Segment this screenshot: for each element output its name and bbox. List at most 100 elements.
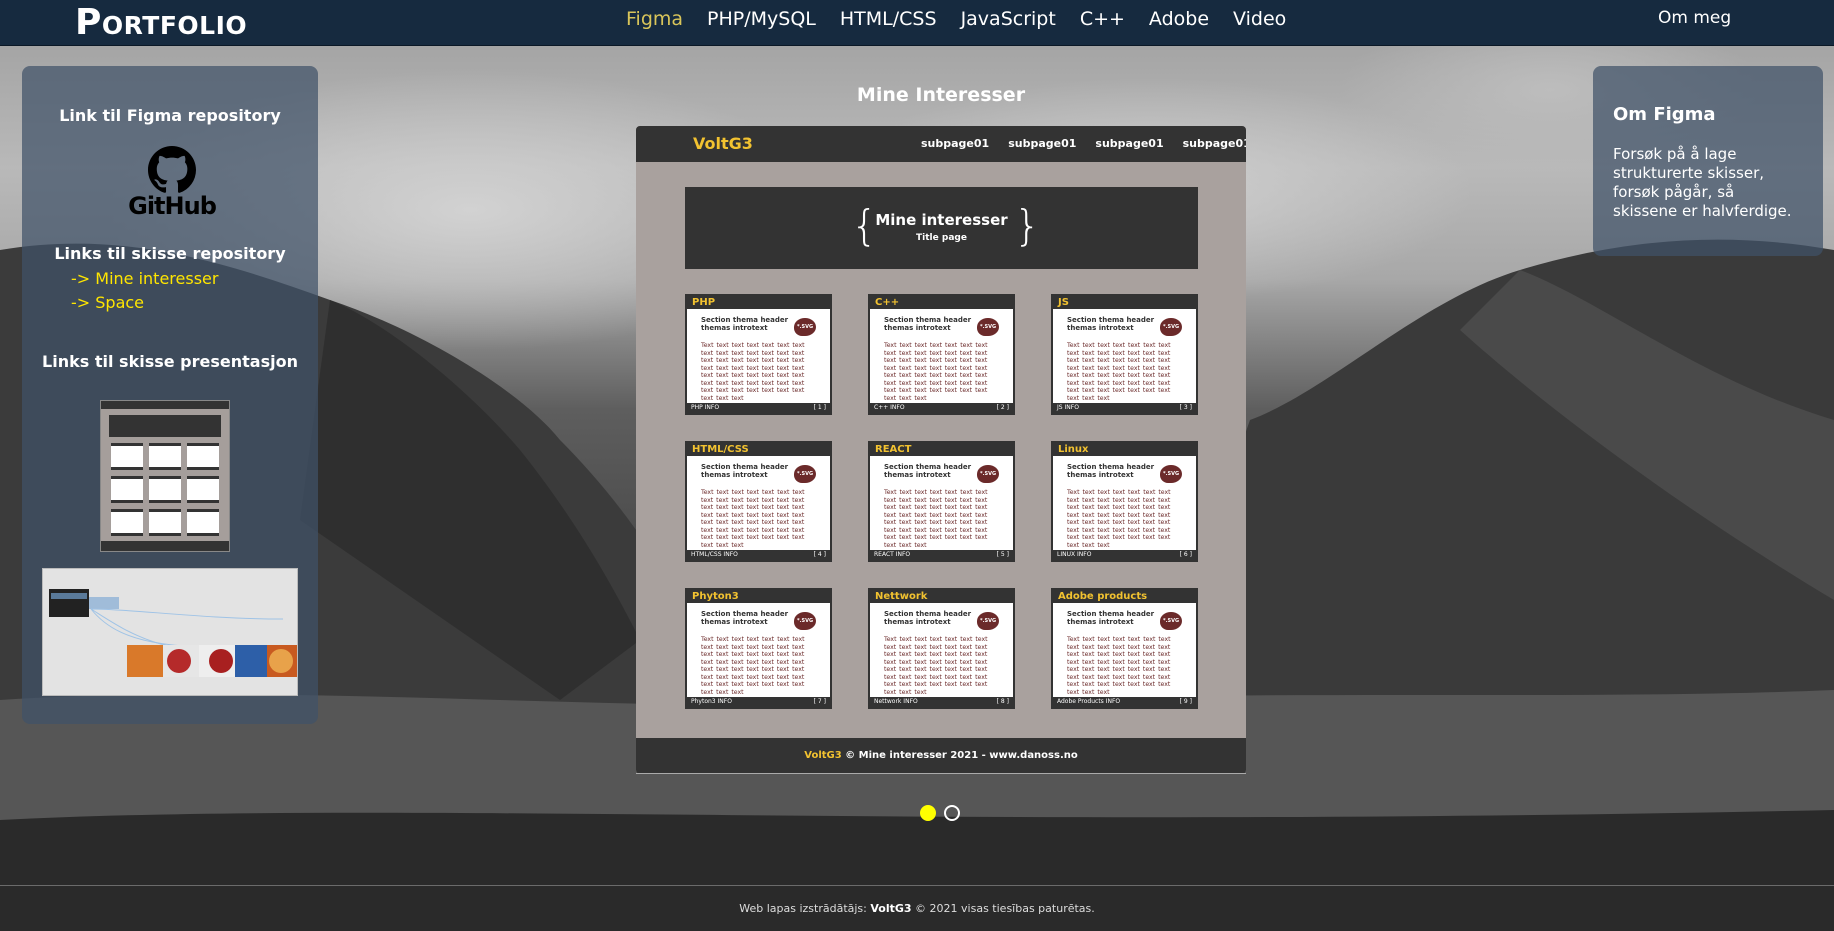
card-footer: HTML/CSS INFO[ 4 ] bbox=[687, 550, 830, 560]
carousel-dot-1[interactable] bbox=[920, 805, 936, 821]
svg-badge-icon: *.SVG bbox=[977, 612, 999, 630]
divider bbox=[636, 773, 1246, 774]
card-body-text: Text text text text text text text text … bbox=[884, 342, 988, 402]
card-header: Section thema header themas introtext bbox=[701, 316, 789, 332]
svg-badge-icon: *.SVG bbox=[794, 612, 816, 630]
footer-suffix: © 2021 visas tiesības paturētas. bbox=[911, 902, 1095, 915]
card-title: REACT bbox=[870, 443, 1013, 456]
mock-footer: VoltG3 © Mine interesser 2021 - www.dano… bbox=[636, 738, 1246, 774]
card-header: Section thema header themas introtext bbox=[701, 610, 789, 626]
mock-card[interactable]: HTML/CSS Section thema header themas intro… bbox=[685, 441, 832, 562]
svg-badge-icon: *.SVG bbox=[794, 318, 816, 336]
card-footer: Adobe Products INFO[ 9 ] bbox=[1053, 697, 1196, 707]
card-body-text: Text text text text text text text text … bbox=[884, 489, 988, 549]
card-header: Section thema header themas introtext bbox=[1067, 463, 1155, 479]
svg-badge-icon: *.SVG bbox=[1160, 318, 1182, 336]
card-body-text: Text text text text text text text text … bbox=[1067, 489, 1171, 549]
card-footer: JS INFO[ 3 ] bbox=[1053, 403, 1196, 413]
carousel-dot-2[interactable] bbox=[944, 805, 960, 821]
site-footer: Web lapas izstrādātājs: VoltG3 © 2021 vi… bbox=[0, 902, 1834, 915]
mock-card[interactable]: C++ Section thema header themas introtext *… bbox=[868, 294, 1015, 415]
card-body-text: Text text text text text text text text … bbox=[701, 489, 805, 549]
card-header: Section thema header themas introtext bbox=[884, 316, 972, 332]
mock-hero: { } Mine interesser Title page bbox=[685, 187, 1198, 269]
figma-sketch-preview: VoltG3 subpage01 subpage01 subpage01 sub… bbox=[636, 126, 1246, 774]
mock-logo: VoltG3 bbox=[693, 134, 753, 153]
mock-subpage-link[interactable]: subpage01 bbox=[1008, 137, 1076, 150]
link-mine-interesser[interactable]: -> Mine interesser bbox=[71, 269, 218, 288]
footer-prefix: Web lapas izstrādātājs: bbox=[739, 902, 871, 915]
left-sidebar: Link til Figma repository GitHub Links t… bbox=[22, 66, 318, 724]
card-title: PHP bbox=[687, 296, 830, 309]
presentation-title: Links til skisse presentasjon bbox=[42, 352, 298, 371]
card-header: Section thema header themas introtext bbox=[884, 610, 972, 626]
footer-divider bbox=[0, 885, 1834, 886]
nav-link-html-css[interactable]: HTML/CSS bbox=[840, 8, 937, 30]
brand-logo[interactable]: Portfolio bbox=[75, 2, 247, 43]
github-icon bbox=[148, 146, 196, 193]
nav-link-video[interactable]: Video bbox=[1233, 8, 1286, 30]
card-title: HTML/CSS bbox=[687, 443, 830, 456]
card-header: Section thema header themas introtext bbox=[1067, 610, 1155, 626]
card-footer: Nettwork INFO[ 8 ] bbox=[870, 697, 1013, 707]
mock-footer-brand: VoltG3 bbox=[804, 750, 842, 761]
presentation-thumbnail-interests[interactable] bbox=[100, 400, 230, 552]
link-space[interactable]: -> Space bbox=[71, 293, 144, 312]
figma-repo-title: Link til Figma repository bbox=[59, 106, 281, 125]
svg-badge-icon: *.SVG bbox=[977, 318, 999, 336]
card-header: Section thema header themas introtext bbox=[701, 463, 789, 479]
card-footer: REACT INFO[ 5 ] bbox=[870, 550, 1013, 560]
card-footer: LINUX INFO[ 6 ] bbox=[1053, 550, 1196, 560]
nav-link-php-mysql[interactable]: PHP/MySQL bbox=[707, 8, 816, 30]
carousel-dots bbox=[920, 805, 960, 821]
presentation-thumbnail-space[interactable] bbox=[42, 568, 298, 696]
nav-link-adobe[interactable]: Adobe bbox=[1149, 8, 1209, 30]
card-header: Section thema header themas introtext bbox=[884, 463, 972, 479]
card-body-text: Text text text text text text text text … bbox=[1067, 636, 1171, 696]
mock-card[interactable]: JS Section thema header themas introtext *.… bbox=[1051, 294, 1198, 415]
mock-hero-subtitle: Title page bbox=[916, 233, 967, 243]
card-title: C++ bbox=[870, 296, 1013, 309]
top-navbar: Portfolio Figma PHP/MySQL HTML/CSS JavaS… bbox=[0, 0, 1834, 46]
mock-hero-title: Mine interesser bbox=[875, 211, 1008, 229]
mock-subpage-link[interactable]: subpage01 bbox=[921, 137, 989, 150]
page-title: Mine Interesser bbox=[856, 84, 1026, 106]
mock-subpage-link[interactable]: subpage01 bbox=[1183, 137, 1246, 150]
card-footer: Phyton3 INFO[ 7 ] bbox=[687, 697, 830, 707]
sketch-repo-title: Links til skisse repository bbox=[54, 244, 286, 263]
mock-footer-text: © Mine interesser 2021 - www.danoss.no bbox=[841, 750, 1078, 761]
right-sidebar: Om Figma Forsøk på å lage strukturerte s… bbox=[1593, 66, 1823, 256]
mock-card[interactable]: PHP Section thema header themas introtext *… bbox=[685, 294, 832, 415]
nav-link-javascript[interactable]: JavaScript bbox=[961, 8, 1056, 30]
card-body-text: Text text text text text text text text … bbox=[701, 636, 805, 696]
nav-link-about-me[interactable]: Om meg bbox=[1658, 8, 1731, 28]
nav-link-cpp[interactable]: C++ bbox=[1080, 8, 1125, 30]
card-title: Adobe products bbox=[1053, 590, 1196, 603]
nav-link-figma[interactable]: Figma bbox=[626, 8, 683, 30]
mock-card[interactable]: Adobe products Section thema header themas… bbox=[1051, 588, 1198, 709]
card-title: Nettwork bbox=[870, 590, 1013, 603]
mock-subpage-link[interactable]: subpage01 bbox=[1095, 137, 1163, 150]
card-body-text: Text text text text text text text text … bbox=[884, 636, 988, 696]
github-wordmark: GitHub bbox=[128, 192, 217, 220]
svg-badge-icon: *.SVG bbox=[1160, 612, 1182, 630]
mock-card[interactable]: Phyton3 Section thema header themas introt… bbox=[685, 588, 832, 709]
mock-card[interactable]: Nettwork Section thema header themas intro… bbox=[868, 588, 1015, 709]
card-body-text: Text text text text text text text text … bbox=[1067, 342, 1171, 402]
card-title: Phyton3 bbox=[687, 590, 830, 603]
github-link[interactable]: GitHub bbox=[127, 146, 217, 226]
card-body-text: Text text text text text text text text … bbox=[701, 342, 805, 402]
svg-badge-icon: *.SVG bbox=[977, 465, 999, 483]
about-figma-text: Forsøk på å lage strukturerte skisser, f… bbox=[1613, 145, 1792, 220]
mock-card[interactable]: Linux Section thema header themas introtex… bbox=[1051, 441, 1198, 562]
mock-card[interactable]: REACT Section thema header themas introtex… bbox=[868, 441, 1015, 562]
card-title: Linux bbox=[1053, 443, 1196, 456]
card-footer: C++ INFO[ 2 ] bbox=[870, 403, 1013, 413]
svg-badge-icon: *.SVG bbox=[1160, 465, 1182, 483]
mock-header: VoltG3 subpage01 subpage01 subpage01 sub… bbox=[636, 126, 1246, 162]
svg-badge-icon: *.SVG bbox=[794, 465, 816, 483]
card-header: Section thema header themas introtext bbox=[1067, 316, 1155, 332]
nav-links: Figma PHP/MySQL HTML/CSS JavaScript C++ … bbox=[626, 0, 1286, 38]
card-footer: PHP INFO[ 1 ] bbox=[687, 403, 830, 413]
footer-brand: VoltG3 bbox=[870, 902, 912, 915]
